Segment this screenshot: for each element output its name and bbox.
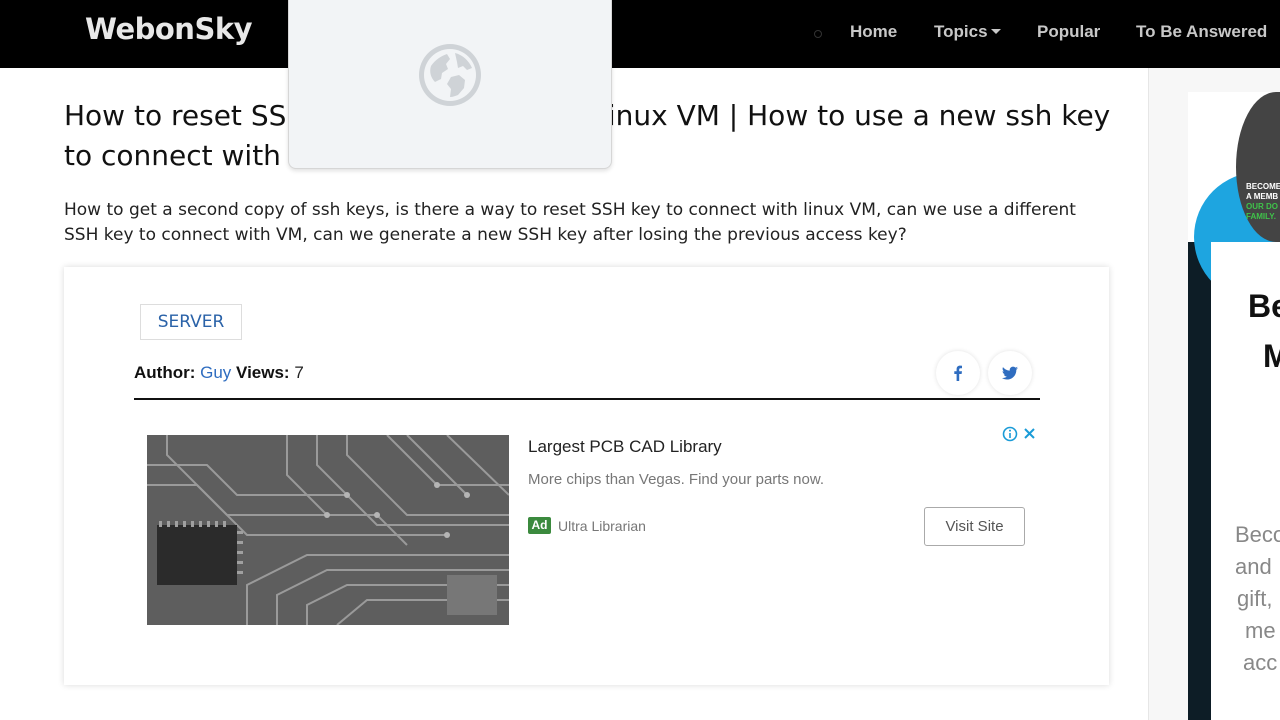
ad-title[interactable]: Largest PCB CAD Library [528, 437, 722, 457]
facebook-icon [954, 365, 962, 381]
info-icon[interactable] [1002, 426, 1018, 442]
ad-badge: Ad [528, 517, 551, 534]
meta-divider [134, 398, 1040, 400]
ad-source: Ultra Librarian [558, 518, 646, 534]
globe-icon [419, 44, 481, 106]
sidebar-ad-text-2: and [1235, 554, 1272, 579]
author-label: Author: [134, 363, 196, 382]
facebook-share-button[interactable] [936, 351, 980, 395]
navbar: WebonSky Home Topics Popular To Be Answe… [0, 0, 1280, 68]
sidebar-ad-small-text: BECOME A MEMB OUR DO FAMILY. [1246, 182, 1280, 221]
ad-description: More chips than Vegas. Find your parts n… [528, 471, 824, 488]
caret-down-icon [990, 28, 1001, 34]
visit-site-button[interactable]: Visit Site [924, 507, 1025, 546]
author-link[interactable]: Guy [200, 363, 231, 382]
nav-to-be-answered[interactable]: To Be Answered [1136, 22, 1267, 42]
sidebar-ad-text-3: gift, [1237, 586, 1273, 611]
link-preview-popup[interactable] [288, 0, 612, 169]
sidebar-ad-text-5: acc [1243, 650, 1278, 675]
views-label: Views: [236, 363, 290, 382]
nav-topics-label: Topics [934, 22, 988, 41]
tag-server[interactable]: SERVER [140, 304, 242, 340]
article-meta: Author: Guy Views: 7 [134, 363, 304, 383]
nav-home[interactable]: Home [850, 22, 897, 42]
article-intro: How to get a second copy of ssh keys, is… [64, 200, 1076, 245]
circuit-board-image [147, 435, 509, 625]
sidebar-ad-heading-2: M [1263, 338, 1280, 374]
nav-dot-icon [814, 30, 822, 38]
twitter-icon [1002, 366, 1018, 380]
views-count: 7 [294, 363, 304, 382]
nav-popular[interactable]: Popular [1037, 22, 1100, 42]
twitter-share-button[interactable] [988, 351, 1032, 395]
ad-choices [1002, 425, 1040, 448]
close-icon[interactable] [1024, 428, 1035, 439]
nav-topics[interactable]: Topics [934, 22, 1001, 42]
sidebar-ad-text-4: me [1245, 618, 1276, 643]
article-card: SERVER Author: Guy Views: 7 Largest PCB … [64, 267, 1109, 685]
sidebar-ad-heading-1: Be [1248, 288, 1280, 324]
ad-image[interactable] [147, 435, 509, 625]
brand-logo[interactable]: WebonSky [85, 12, 253, 46]
sidebar-ad-text-1: Beco [1235, 522, 1280, 547]
